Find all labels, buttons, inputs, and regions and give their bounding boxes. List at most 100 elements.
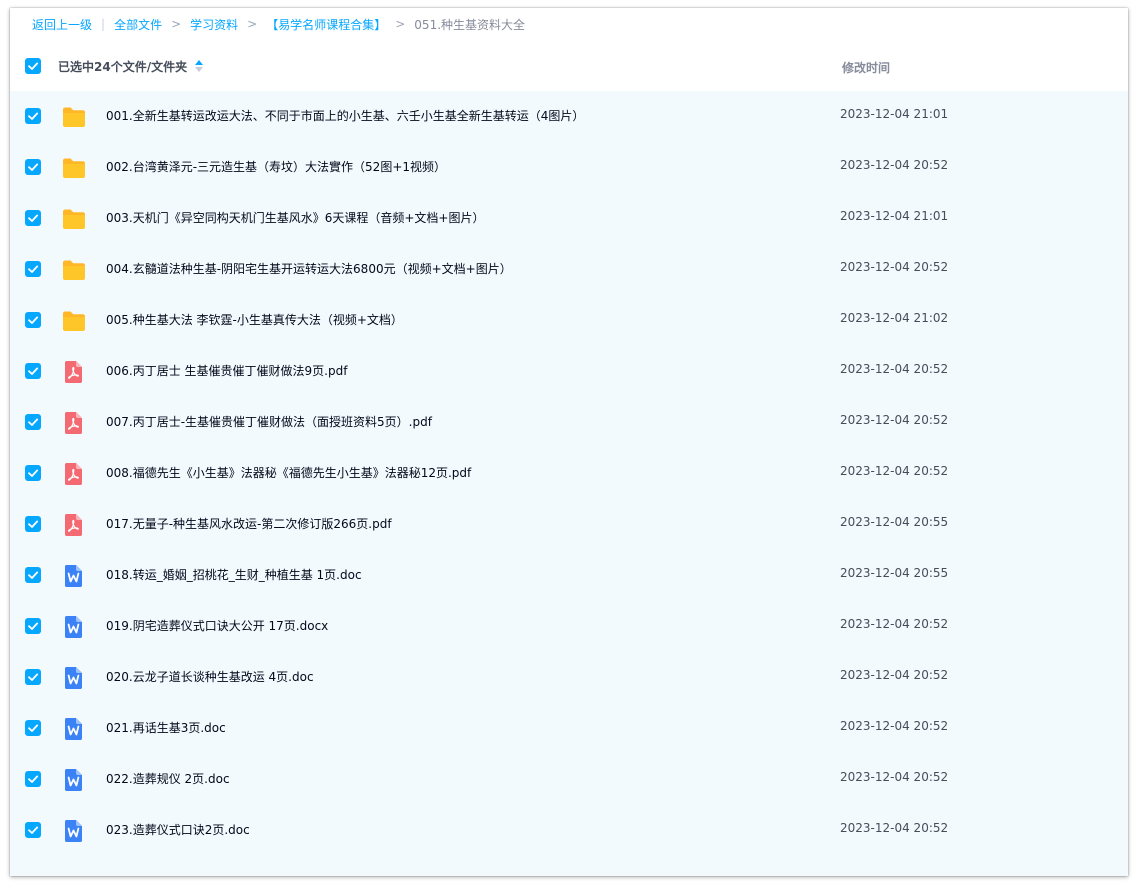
breadcrumb: 返回上一级 | 全部文件 > 学习资料 > 【易学名师课程合集】 > 051.种… xyxy=(32,14,525,34)
file-modified-time: 2023-12-04 20:52 xyxy=(840,413,949,427)
pdf-icon xyxy=(61,513,85,541)
check-icon xyxy=(28,316,39,324)
modified-time-column-header[interactable]: 修改时间 xyxy=(842,59,890,76)
breadcrumb-all-files[interactable]: 全部文件 xyxy=(114,16,162,33)
row-checkbox[interactable] xyxy=(25,108,41,124)
file-modified-time: 2023-12-04 20:52 xyxy=(840,158,949,172)
sort-icon[interactable] xyxy=(194,59,204,73)
file-modified-time: 2023-12-04 20:52 xyxy=(840,362,949,376)
check-icon xyxy=(28,826,39,834)
breadcrumb-current-folder: 051.种生基资料大全 xyxy=(414,17,526,32)
file-row[interactable]: 005.种生基大法 李钦霆-小生基真传大法（视频+文档） 2023-12-04 … xyxy=(10,295,1128,346)
check-icon xyxy=(28,214,39,222)
row-checkbox[interactable] xyxy=(25,465,41,481)
list-header: 已选中24个文件/文件夹 修改时间 xyxy=(10,46,1128,86)
file-name[interactable]: 006.丙丁居士 生基催贵催丁催财做法9页.pdf xyxy=(106,362,347,379)
back-link[interactable]: 返回上一级 xyxy=(32,16,92,33)
file-name[interactable]: 003.天机门《异空同构天机门生基风水》6天课程（音频+文档+图片） xyxy=(106,209,484,226)
row-checkbox[interactable] xyxy=(25,771,41,787)
file-modified-time: 2023-12-04 21:02 xyxy=(840,311,949,325)
folder-icon xyxy=(61,309,87,337)
file-row[interactable]: 021.再话生基3页.doc 2023-12-04 20:52 xyxy=(10,703,1128,754)
file-modified-time: 2023-12-04 20:52 xyxy=(840,719,949,733)
file-modified-time: 2023-12-04 20:52 xyxy=(840,821,949,835)
doc-icon xyxy=(61,717,85,745)
file-row[interactable]: 001.全新生基转运改运大法、不同于市面上的小生基、六壬小生基全新生基转运（4图… xyxy=(10,91,1128,142)
file-name[interactable]: 007.丙丁居士-生基催贵催丁催财做法（面授班资料5页）.pdf xyxy=(106,413,432,430)
check-icon xyxy=(28,418,39,426)
file-modified-time: 2023-12-04 20:55 xyxy=(840,566,949,580)
check-icon xyxy=(28,571,39,579)
file-name[interactable]: 004.玄髓道法种生基-阴阳宅生基开运转运大法6800元（视频+文档+图片） xyxy=(106,260,512,277)
folder-icon xyxy=(61,207,87,235)
folder-icon xyxy=(61,258,87,286)
row-checkbox[interactable] xyxy=(25,669,41,685)
file-name[interactable]: 020.云龙子道长谈种生基改运 4页.doc xyxy=(106,668,314,685)
file-name[interactable]: 023.造葬仪式口诀2页.doc xyxy=(106,821,250,838)
row-checkbox[interactable] xyxy=(25,261,41,277)
folder-icon xyxy=(61,156,87,184)
file-modified-time: 2023-12-04 20:55 xyxy=(840,515,949,529)
file-row[interactable]: 002.台湾黄泽元-三元造生基（寿坟）大法實作（52图+1视频） 2023-12… xyxy=(10,142,1128,193)
file-modified-time: 2023-12-04 21:01 xyxy=(840,107,949,121)
row-checkbox[interactable] xyxy=(25,720,41,736)
file-name[interactable]: 005.种生基大法 李钦霆-小生基真传大法（视频+文档） xyxy=(106,311,403,328)
file-modified-time: 2023-12-04 20:52 xyxy=(840,770,949,784)
breadcrumb-separator: > xyxy=(171,17,182,31)
breadcrumb-course-collection[interactable]: 【易学名师课程合集】 xyxy=(266,16,386,33)
breadcrumb-separator: > xyxy=(395,17,406,31)
pdf-icon xyxy=(61,360,85,388)
check-icon xyxy=(28,469,39,477)
file-row[interactable]: 022.造葬规仪 2页.doc 2023-12-04 20:52 xyxy=(10,754,1128,805)
file-name[interactable]: 019.阴宅造葬仪式口诀大公开 17页.docx xyxy=(106,617,328,634)
row-checkbox[interactable] xyxy=(25,567,41,583)
file-name[interactable]: 021.再话生基3页.doc xyxy=(106,719,226,736)
check-icon xyxy=(28,265,39,273)
file-row[interactable]: 018.转运_婚姻_招桃花_生财_种植生基 1页.doc 2023-12-04 … xyxy=(10,550,1128,601)
check-icon xyxy=(28,112,39,120)
file-name[interactable]: 018.转运_婚姻_招桃花_生财_种植生基 1页.doc xyxy=(106,566,362,583)
file-modified-time: 2023-12-04 20:52 xyxy=(840,464,949,478)
row-checkbox[interactable] xyxy=(25,363,41,379)
file-row[interactable]: 003.天机门《异空同构天机门生基风水》6天课程（音频+文档+图片） 2023-… xyxy=(10,193,1128,244)
row-checkbox[interactable] xyxy=(25,618,41,634)
row-checkbox[interactable] xyxy=(25,822,41,838)
breadcrumb-study-materials[interactable]: 学习资料 xyxy=(190,16,238,33)
file-row[interactable]: 008.福德先生《小生基》法器秘《福德先生小生基》法器秘12页.pdf 2023… xyxy=(10,448,1128,499)
row-checkbox[interactable] xyxy=(25,516,41,532)
select-all-checkbox[interactable] xyxy=(25,58,41,74)
check-icon xyxy=(28,775,39,783)
doc-icon xyxy=(61,768,85,796)
file-row[interactable]: 019.阴宅造葬仪式口诀大公开 17页.docx 2023-12-04 20:5… xyxy=(10,601,1128,652)
check-icon xyxy=(28,62,39,70)
file-list: 001.全新生基转运改运大法、不同于市面上的小生基、六壬小生基全新生基转运（4图… xyxy=(10,91,1128,876)
file-row[interactable]: 006.丙丁居士 生基催贵催丁催财做法9页.pdf 2023-12-04 20:… xyxy=(10,346,1128,397)
check-icon xyxy=(28,724,39,732)
check-icon xyxy=(28,367,39,375)
row-checkbox[interactable] xyxy=(25,159,41,175)
file-modified-time: 2023-12-04 20:52 xyxy=(840,668,949,682)
row-checkbox[interactable] xyxy=(25,210,41,226)
check-icon xyxy=(28,673,39,681)
file-modified-time: 2023-12-04 20:52 xyxy=(840,617,949,631)
row-checkbox[interactable] xyxy=(25,312,41,328)
file-modified-time: 2023-12-04 20:52 xyxy=(840,260,949,274)
file-row[interactable]: 007.丙丁居士-生基催贵催丁催财做法（面授班资料5页）.pdf 2023-12… xyxy=(10,397,1128,448)
file-row[interactable]: 017.无量子-种生基风水改运-第二次修订版266页.pdf 2023-12-0… xyxy=(10,499,1128,550)
file-name[interactable]: 022.造葬规仪 2页.doc xyxy=(106,770,230,787)
breadcrumb-separator: > xyxy=(247,17,258,31)
row-checkbox[interactable] xyxy=(25,414,41,430)
file-name[interactable]: 001.全新生基转运改运大法、不同于市面上的小生基、六壬小生基全新生基转运（4图… xyxy=(106,107,584,124)
doc-icon xyxy=(61,666,85,694)
pdf-icon xyxy=(61,462,85,490)
file-name[interactable]: 002.台湾黄泽元-三元造生基（寿坟）大法實作（52图+1视频） xyxy=(106,158,446,175)
check-icon xyxy=(28,520,39,528)
folder-icon xyxy=(61,105,87,133)
file-row[interactable]: 004.玄髓道法种生基-阴阳宅生基开运转运大法6800元（视频+文档+图片） 2… xyxy=(10,244,1128,295)
doc-icon xyxy=(61,564,85,592)
file-row[interactable]: 020.云龙子道长谈种生基改运 4页.doc 2023-12-04 20:52 xyxy=(10,652,1128,703)
file-name[interactable]: 008.福德先生《小生基》法器秘《福德先生小生基》法器秘12页.pdf xyxy=(106,464,471,481)
selection-count-label: 已选中24个文件/文件夹 xyxy=(58,60,188,74)
file-name[interactable]: 017.无量子-种生基风水改运-第二次修订版266页.pdf xyxy=(106,515,392,532)
file-row[interactable]: 023.造葬仪式口诀2页.doc 2023-12-04 20:52 xyxy=(10,805,1128,856)
